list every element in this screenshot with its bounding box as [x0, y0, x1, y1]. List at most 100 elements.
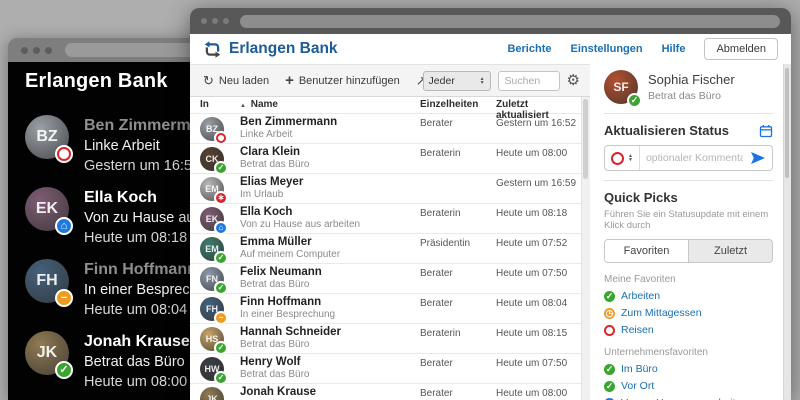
table-row[interactable]: EM ✓ Emma Müller Auf meinem Computer Präside… — [190, 233, 581, 263]
quick-picks-group-label: Meine Favoriten — [604, 274, 676, 285]
person-status: Linke Arbeit — [240, 129, 293, 140]
divider — [604, 180, 773, 181]
reload-button[interactable]: ↻ Neu laden — [203, 74, 269, 87]
status-check-icon: ✓ — [604, 290, 615, 302]
cell-details: Beraterin — [420, 208, 461, 219]
quick-pick-item[interactable]: ✓ Vor Ort — [604, 380, 773, 392]
person-status: Auf meinem Computer — [240, 249, 341, 260]
status-house-icon: ⌂ — [216, 222, 226, 233]
cell-updated: Heute um 08:18 — [496, 208, 568, 219]
table-row[interactable]: HW ✓ Henry Wolf Betrat das Büro Berater Heute… — [190, 353, 581, 383]
quick-pick-label: Im Büro — [621, 363, 658, 375]
status-minus-icon: − — [57, 291, 71, 305]
add-user-label: Benutzer hinzufügen — [298, 74, 400, 87]
quick-picks-groups: Meine Favoriten ✓ Arbeiten ◷ Zum Mittagessen… — [604, 274, 773, 400]
status-check-icon: ✓ — [216, 252, 226, 263]
quick-pick-item[interactable]: Reisen — [604, 324, 773, 336]
main-window: Erlangen Bank Berichte Einstellungen Hil… — [190, 8, 791, 400]
nav-link-berichte[interactable]: Berichte — [507, 43, 551, 55]
avatar: HW ✓ — [200, 356, 226, 383]
table-row[interactable]: BZ Ben Zimmermann Linke Arbeit Berater Geste… — [190, 113, 581, 143]
update-status-title: Aktualisieren Status — [604, 123, 729, 138]
cell-name: Jonah KrauseBetrat das Büro — [240, 386, 420, 400]
status-check-icon: ✓ — [57, 363, 71, 377]
cell-details: Berater — [420, 268, 453, 279]
person-name: Ben Zimmermann — [240, 116, 338, 128]
window-scrollbar-thumb[interactable] — [785, 68, 789, 178]
cell-details: Berater — [420, 388, 453, 399]
reload-label: Neu laden — [218, 74, 270, 87]
filter-select[interactable]: Jeder ▲ ▼ — [422, 70, 491, 91]
quick-pick-item[interactable]: ✓ Im Büro — [604, 363, 773, 375]
cell-details — [420, 174, 496, 178]
cell-presence: JK✓ — [200, 386, 240, 400]
table-column: ↻ Neu laden + Benutzer hinzufügen ↗ Voll… — [190, 64, 590, 400]
person-name: Ella Koch — [240, 206, 293, 218]
logout-button[interactable]: Abmelden — [704, 38, 778, 60]
add-user-button[interactable]: + Benutzer hinzufügen — [285, 73, 400, 88]
stage: Erlangen Bank BZ Ben Zimmermann Linke Arbe… — [0, 0, 800, 400]
cell-updated: Gestern um 16:59 — [496, 178, 577, 189]
avatar: FH − — [25, 259, 71, 305]
url-bar — [240, 14, 780, 28]
status-star-icon: ∗ — [216, 192, 226, 203]
status-check-icon: ✓ — [216, 342, 226, 353]
avatar: HS ✓ — [200, 326, 226, 353]
cell-details: Präsidentin — [420, 238, 471, 249]
tab-zuletzt[interactable]: Zuletzt — [689, 240, 772, 262]
table-scrollbar-thumb[interactable] — [583, 99, 588, 179]
current-user-text: Sophia Fischer Betrat das Büro — [648, 72, 735, 102]
quick-pick-item[interactable]: ✓ Arbeiten — [604, 290, 773, 302]
cell-name: Hannah Schneider Betrat das Büro — [240, 326, 420, 351]
status-check-icon: ✓ — [629, 95, 640, 106]
nav-link-einstellungen[interactable]: Einstellungen — [570, 43, 642, 55]
toolbar-right: Jeder ▲▼ ⚙ — [422, 65, 580, 96]
cell-name: Henry Wolf Betrat das Büro — [240, 356, 420, 381]
status-check-icon: ✓ — [216, 162, 226, 173]
app-header: Erlangen Bank Berichte Einstellungen Hil… — [190, 34, 791, 64]
status-check-icon: ✓ — [604, 380, 615, 392]
calendar-icon[interactable] — [759, 124, 773, 138]
cell-updated: Gestern um 16:52 — [496, 118, 577, 129]
table-row[interactable]: FH − Finn Hoffmann In einer Besprechung Bera… — [190, 293, 581, 323]
cell-presence: FH − — [200, 296, 240, 323]
nav-link-hilfe[interactable]: Hilfe — [662, 43, 686, 55]
send-icon[interactable] — [751, 152, 765, 164]
table-row[interactable]: EK ⌂ Ella Koch Von zu Hause aus arbeiten Ber… — [190, 203, 581, 233]
cell-name: Finn Hoffmann In einer Besprechung — [240, 296, 420, 321]
person-name: Hannah Schneider — [240, 326, 341, 338]
browser-chrome — [190, 8, 791, 34]
cell-presence: EK ⌂ — [200, 206, 240, 233]
table-row[interactable]: FN ✓ Felix Neumann Betrat das Büro Berater He… — [190, 263, 581, 293]
quick-pick-item[interactable]: ◷ Zum Mittagessen — [604, 307, 773, 319]
comment-input[interactable] — [639, 152, 749, 164]
table-row[interactable]: JK✓ Jonah KrauseBetrat das BüroBerater Heu… — [190, 383, 581, 400]
search-input[interactable] — [497, 70, 560, 91]
current-user-status: Betrat das Büro — [648, 90, 721, 102]
table-row[interactable]: HS ✓ Hannah Schneider Betrat das Büro Berate… — [190, 323, 581, 353]
brand-name: Erlangen Bank — [229, 40, 338, 57]
divider — [604, 113, 773, 114]
tab-favoriten[interactable]: Favoriten — [605, 240, 689, 262]
cell-details: Berater — [420, 298, 453, 309]
status-select[interactable]: ▲ ▼ — [605, 146, 640, 170]
window-dot-icon — [33, 46, 40, 54]
person-name: Clara Klein — [240, 146, 301, 158]
cell-updated: Heute um 07:52 — [496, 238, 568, 249]
table-row[interactable]: EM ∗ Elias Meyer Im Urlaub Gestern um 16:59 — [190, 173, 581, 203]
sort-asc-icon: ▲ — [240, 103, 246, 109]
cell-updated: Heute um 07:50 — [496, 358, 568, 369]
person-name: Emma Müller — [240, 236, 312, 248]
sidebar: SF ✓ Sophia Fischer Betrat das Büro Aktua… — [590, 64, 783, 400]
cell-name: Ben Zimmermann Linke Arbeit — [240, 116, 420, 141]
window-dot-icon — [223, 18, 229, 24]
table-row[interactable]: CK ✓ Clara Klein Betrat das Büro Beraterin He… — [190, 143, 581, 173]
window-scrollbar[interactable] — [783, 64, 791, 400]
quick-pick-label: Arbeiten — [621, 290, 661, 302]
person-status: Betrat das Büro — [240, 339, 310, 350]
brand-logo-icon — [204, 40, 221, 58]
avatar: JK✓ — [200, 386, 224, 400]
status-check-icon: ✓ — [604, 363, 615, 375]
table-scrollbar[interactable] — [581, 97, 590, 400]
gear-icon[interactable]: ⚙ — [567, 73, 580, 88]
